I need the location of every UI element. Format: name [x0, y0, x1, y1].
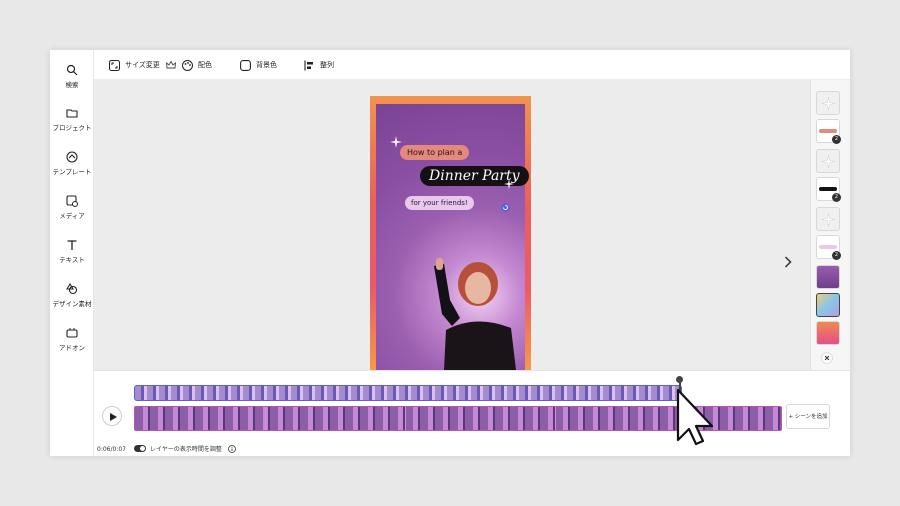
sidebar-item-label: プロジェクト [52, 124, 92, 132]
toolbar: サイズ変更 配色 背景色 整列 [94, 50, 850, 80]
palette-icon [182, 59, 193, 71]
thumbnail-preview [819, 129, 837, 133]
next-page-arrow-icon[interactable] [784, 256, 792, 268]
mouse-cursor-icon [676, 388, 714, 446]
background-swatch-icon [240, 59, 251, 71]
sidebar-item-addons[interactable]: アドオン [50, 327, 94, 352]
poster-canvas[interactable]: How to plan a Dinner Party for your frie… [370, 96, 531, 370]
sidebar-item-label: メディア [59, 212, 85, 220]
rotate-handle-icon[interactable] [501, 203, 510, 212]
background-color-button[interactable]: 背景色 [240, 59, 277, 71]
count-badge: 2 [832, 135, 841, 144]
align-button[interactable]: 整列 [304, 59, 334, 71]
layer-thumbnail[interactable]: 2 [816, 177, 841, 202]
scene-separator [265, 407, 266, 430]
canvas-area[interactable]: How to plan a Dinner Party for your frie… [94, 80, 810, 370]
color-scheme-button[interactable]: 配色 [182, 59, 212, 71]
sparkle-icon [822, 213, 835, 226]
sidebar-item-label: デザイン素材 [52, 300, 92, 308]
headline-pill-1[interactable]: How to plan a [400, 145, 470, 160]
woman-photo [434, 258, 516, 370]
poster-background: How to plan a Dinner Party for your frie… [376, 104, 529, 370]
sidebar-item-label: アドオン [59, 344, 85, 352]
sparkle-icon [822, 97, 835, 110]
layer-track[interactable] [134, 385, 682, 401]
toggle-label: レイヤーの表示時間を調整 [150, 446, 222, 453]
sparkle-icon [822, 155, 835, 168]
resize-button[interactable]: サイズ変更 [109, 59, 181, 71]
ai-suggestion-button[interactable] [816, 207, 840, 231]
sidebar-item-templates[interactable]: テンプレート [50, 151, 94, 176]
sidebar-item-label: テキスト [59, 256, 85, 264]
media-icon [66, 195, 78, 207]
sidebar-item-text[interactable]: テキスト [50, 239, 94, 264]
playhead-knob[interactable] [676, 376, 683, 383]
layer-thumbnail-selected[interactable] [816, 293, 840, 317]
headline-pill-3[interactable]: for your friends! [405, 196, 474, 210]
play-icon [110, 413, 117, 421]
shapes-icon [66, 283, 78, 295]
align-icon [304, 60, 313, 70]
sidebar-item-label: テンプレート [52, 168, 92, 176]
thumbnail-preview [819, 245, 837, 249]
addon-icon [66, 328, 78, 338]
align-label: 整列 [320, 61, 334, 69]
sidebar-item-projects[interactable]: プロジェクト [50, 107, 94, 132]
count-badge: 2 [832, 251, 841, 260]
layer-thumbnail-photo[interactable] [816, 265, 840, 289]
sidebar-item-design-elements[interactable]: デザイン素材 [50, 283, 94, 308]
add-scene-button[interactable]: + シーンを追加 [786, 404, 830, 429]
ai-suggestion-button[interactable] [816, 149, 840, 173]
page-thumbnails: 2 2 2 [810, 80, 850, 370]
search-icon [66, 64, 78, 76]
timeline: + シーンを追加 0:06/0:07 レイヤーの表示時間を調整 [94, 370, 850, 456]
thumbnail-preview [819, 187, 837, 191]
color-label: 配色 [198, 61, 212, 69]
close-icon[interactable] [821, 352, 833, 364]
count-badge: 2 [832, 193, 841, 202]
layer-duration-toggle[interactable] [134, 445, 146, 452]
sidebar-item-search[interactable]: 検索 [50, 64, 94, 89]
layer-thumbnail[interactable]: 2 [816, 235, 841, 260]
timecode: 0:06/0:07 [97, 446, 126, 453]
sidebar-item-label: 検索 [65, 81, 79, 89]
scene-separator [555, 407, 556, 430]
sparkle-small-icon [504, 179, 514, 189]
ai-suggestion-button[interactable] [816, 91, 840, 115]
crown-icon [165, 61, 176, 69]
sparkle-icon [390, 136, 402, 148]
layer-thumbnail[interactable]: 2 [816, 119, 841, 144]
sidebar-item-media[interactable]: メディア [50, 195, 94, 220]
layer-thumbnail-background[interactable] [816, 321, 840, 345]
background-color-label: 背景色 [256, 61, 277, 69]
play-button[interactable] [102, 406, 122, 426]
editor-window: 検索 プロジェクト テンプレート メディア テキスト デザイン素材 アドオン サ… [50, 50, 850, 456]
sidebar: 検索 プロジェクト テンプレート メディア テキスト デザイン素材 アドオン [50, 50, 94, 456]
template-icon [66, 151, 78, 163]
layer-duration-toggle-row: レイヤーの表示時間を調整 [134, 444, 236, 453]
resize-icon [109, 59, 120, 71]
text-icon [67, 240, 77, 250]
scene-separator [405, 407, 406, 430]
folder-icon [66, 109, 78, 118]
resize-label: サイズ変更 [125, 61, 160, 69]
info-icon[interactable] [227, 444, 236, 453]
